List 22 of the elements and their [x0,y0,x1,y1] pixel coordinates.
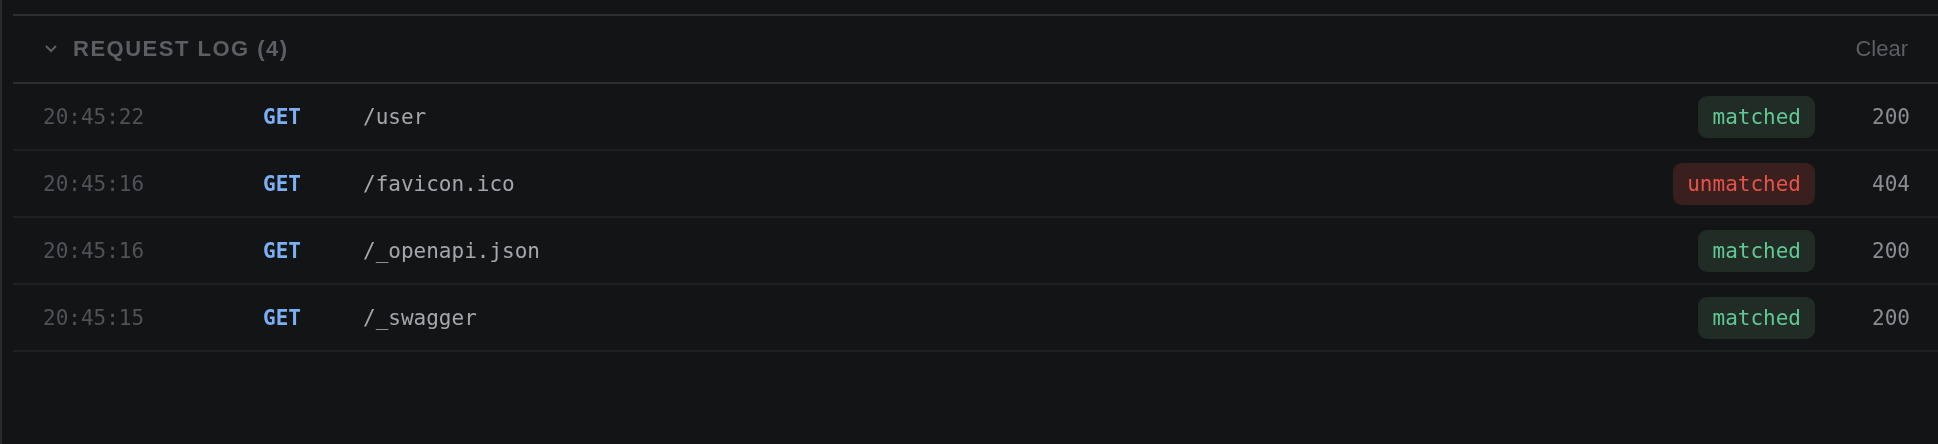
request-path: /favicon.ico [363,171,515,196]
panel-title: REQUEST LOG (4) [73,36,289,62]
request-method: GET [263,171,302,196]
match-status-badge: unmatched [1673,162,1815,205]
clear-button[interactable]: Clear [1855,36,1908,62]
request-time: 20:45:15 [43,305,146,330]
status-code: 404 [1871,171,1910,196]
status-code: 200 [1871,104,1910,129]
match-status-badge: matched [1698,296,1815,339]
request-path: /_swagger [363,305,477,330]
request-time: 20:45:16 [43,238,146,263]
match-status-badge: matched [1698,229,1815,272]
status-code: 200 [1871,238,1910,263]
request-path: /user [363,104,427,129]
request-method: GET [263,305,302,330]
request-path: /_openapi.json [363,238,540,263]
match-status-badge: matched [1698,95,1815,138]
request-time: 20:45:16 [43,171,146,196]
request-time: 20:45:22 [43,104,146,129]
status-code: 200 [1871,305,1910,330]
request-method: GET [263,104,302,129]
request-method: GET [263,238,302,263]
